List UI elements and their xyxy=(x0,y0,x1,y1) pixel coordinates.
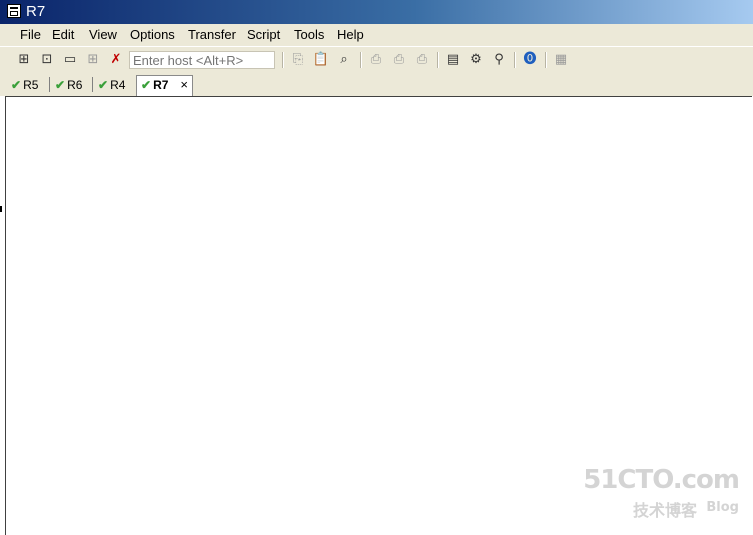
connected-check-icon: ✔ xyxy=(11,78,22,92)
toolbar-separator xyxy=(360,52,362,68)
app-icon[interactable] xyxy=(7,4,21,18)
window-title: R7 xyxy=(26,3,46,20)
copy-icon[interactable]: ⎘ xyxy=(289,51,307,69)
tab-separator xyxy=(49,77,50,92)
watermark-blog: Blog xyxy=(706,500,739,515)
menu-file[interactable]: File xyxy=(20,27,41,42)
watermark-blog-cn: 技术博客 xyxy=(632,501,697,520)
menu-help[interactable]: Help xyxy=(337,27,364,42)
tab-r5[interactable]: ✔ R5 xyxy=(11,76,38,94)
menu-tools[interactable]: Tools xyxy=(294,27,324,42)
connected-check-icon: ✔ xyxy=(141,78,152,92)
toolbar-separator xyxy=(545,52,547,68)
print-setup-icon[interactable]: ⎙ xyxy=(413,51,431,69)
connect-in-tab-icon[interactable]: ▭ xyxy=(61,51,79,69)
print-selection-icon[interactable]: ⎙ xyxy=(390,51,408,69)
reconnect-icon[interactable]: ⊞ xyxy=(84,51,102,69)
tab-label: R4 xyxy=(110,78,126,92)
connected-check-icon: ✔ xyxy=(98,78,109,92)
connect-icon[interactable]: ⊞ xyxy=(15,51,33,69)
disconnect-icon[interactable]: ✗ xyxy=(107,51,125,69)
menu-edit[interactable]: Edit xyxy=(52,27,74,42)
toolbar-separator xyxy=(514,52,516,68)
tab-r6[interactable]: ✔ R6 xyxy=(55,76,82,94)
tab-label: R5 xyxy=(23,78,39,92)
watermark-site: 51CTO.com xyxy=(583,465,740,495)
menu-options[interactable]: Options xyxy=(130,27,175,42)
window-edge-mark xyxy=(0,206,2,212)
tab-r7[interactable]: ✔ R7 × xyxy=(136,75,193,96)
menu-transfer[interactable]: Transfer xyxy=(188,27,236,42)
toolbar-separator xyxy=(282,52,284,68)
global-options-icon[interactable]: ⚙ xyxy=(467,51,485,69)
find-icon[interactable]: ⌕ xyxy=(335,51,353,69)
keymap-icon[interactable]: ⚲ xyxy=(490,51,508,69)
tab-separator xyxy=(92,77,93,92)
sftp-icon[interactable]: ▦ xyxy=(552,51,570,69)
menu-script[interactable]: Script xyxy=(247,27,280,42)
paste-icon[interactable]: 📋 xyxy=(312,51,330,69)
close-tab-icon[interactable]: × xyxy=(180,77,188,92)
menu-view[interactable]: View xyxy=(89,27,117,42)
help-icon[interactable]: ⓿ xyxy=(521,51,539,69)
menu-bar: File Edit View Options Transfer Script T… xyxy=(0,24,753,46)
toolbar-separator xyxy=(437,52,439,68)
quick-connect-icon[interactable]: ⊡ xyxy=(38,51,56,69)
tab-label: R6 xyxy=(67,78,83,92)
tab-label: R7 xyxy=(153,78,169,92)
print-icon[interactable]: ⎙ xyxy=(367,51,385,69)
toolbar: ⊞ ⊡ ▭ ⊞ ✗ ⎘ 📋 ⌕ ⎙ ⎙ ⎙ ▤ ⚙ ⚲ ⓿ ▦ xyxy=(0,46,753,72)
tab-r4[interactable]: ✔ R4 xyxy=(98,76,125,94)
session-options-icon[interactable]: ▤ xyxy=(444,51,462,69)
session-tab-bar: ✔ R5 ✔ R6 ✔ R4 ✔ R7 × xyxy=(0,72,753,96)
title-bar[interactable]: R7 xyxy=(0,0,753,24)
connected-check-icon: ✔ xyxy=(55,78,66,92)
host-input[interactable] xyxy=(129,51,275,69)
